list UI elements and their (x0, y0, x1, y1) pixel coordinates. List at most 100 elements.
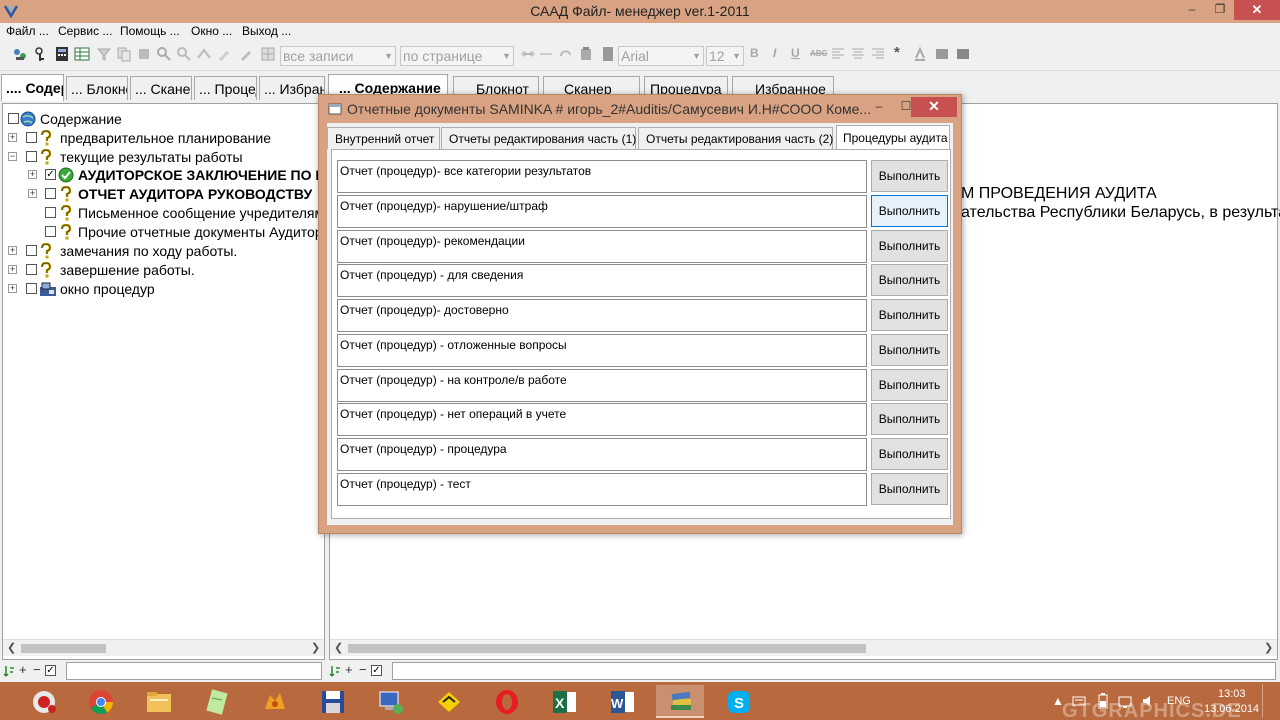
menu-exit[interactable]: Выход ... (242, 24, 291, 38)
grid-icon[interactable] (260, 46, 276, 62)
page-combo[interactable]: по странице ▼ (400, 46, 514, 66)
print-icon[interactable] (955, 46, 971, 62)
dialog-close-button[interactable]: ✕ (911, 97, 957, 117)
left-tab-contents[interactable]: .... Содержание (1, 74, 64, 101)
scroll-left-icon[interactable]: ❮ (334, 641, 343, 654)
tree-item[interactable]: + завершение работы. (3, 261, 323, 280)
left-tab-scanner[interactable]: ... Сканер (130, 76, 192, 100)
taskbar-books[interactable] (656, 685, 704, 718)
run-report-button[interactable]: Выполнить (871, 195, 948, 227)
dialog-tab-edit-part-1[interactable]: Отчеты редактирования часть (1) (441, 127, 636, 149)
restore-button[interactable]: ❐ (1206, 0, 1234, 20)
scroll-left-icon[interactable]: ❮ (7, 641, 16, 654)
run-report-button[interactable]: Выполнить (871, 473, 948, 505)
left-tab-notepad[interactable]: ... Блокнот (66, 76, 128, 100)
taskbar-word[interactable]: W (598, 685, 646, 718)
table-icon[interactable] (74, 46, 90, 62)
redo-icon[interactable] (558, 46, 574, 62)
menu-file[interactable]: Файл ... (6, 24, 49, 38)
taskbar-explorer[interactable] (134, 685, 182, 718)
network-tool-icon[interactable] (12, 46, 28, 62)
bold-button[interactable]: B (750, 46, 759, 60)
dialog-tab-edit-part-2[interactable]: Отчеты редактирования часть (2) (638, 127, 833, 149)
align-right-icon[interactable] (870, 46, 886, 62)
tree-item[interactable]: Письменное сообщение учредителям (3, 204, 323, 223)
pencil-alt-icon[interactable] (238, 46, 254, 62)
paste-icon[interactable] (578, 46, 594, 62)
document-icon[interactable] (600, 46, 616, 62)
calculator-icon[interactable] (54, 46, 70, 62)
link-icon[interactable] (520, 46, 536, 62)
taskbar-notepad[interactable] (192, 685, 240, 718)
tree-sort-icon[interactable] (3, 664, 15, 678)
taskbar-recorder[interactable] (20, 685, 68, 718)
run-report-button[interactable]: Выполнить (871, 403, 948, 435)
taskbar-skype[interactable]: S (714, 685, 762, 718)
tree-item-checkbox[interactable]: ✓ (45, 169, 56, 180)
tree-item[interactable]: + ✓ АУДИТОРСКОЕ ЗАКЛЮЧЕНИЕ ПО РЕЗУЛЬТАТА… (3, 166, 323, 185)
dialog-minimize-button[interactable]: – (865, 97, 893, 117)
font-combo[interactable]: Arial ▼ (618, 46, 704, 66)
run-report-button[interactable]: Выполнить (871, 438, 948, 470)
minimize-button[interactable]: – (1178, 0, 1206, 20)
run-report-button[interactable]: Выполнить (871, 334, 948, 366)
scrollbar-thumb[interactable] (21, 644, 106, 653)
tree-item[interactable]: + предварительное планирование (3, 129, 323, 148)
taskbar-opera[interactable] (482, 685, 530, 718)
expand-all-button[interactable]: + (345, 662, 353, 677)
content-horizontal-scrollbar[interactable]: ❮ ❯ (330, 639, 1277, 656)
collapse-all-button[interactable]: − (359, 662, 367, 677)
find-icon[interactable] (156, 46, 172, 62)
run-report-button[interactable]: Выполнить (871, 230, 948, 262)
collapse-all-button[interactable]: − (33, 662, 41, 677)
right-search-input[interactable] (392, 662, 1276, 680)
tree-item-checkbox[interactable] (45, 207, 56, 218)
tree-item[interactable]: − текущие результаты работы (3, 148, 323, 167)
run-report-button[interactable]: Выполнить (871, 369, 948, 401)
image-icon[interactable] (934, 46, 950, 62)
taskbar-yellow-app[interactable] (424, 685, 472, 718)
font-color-icon[interactable] (912, 46, 928, 62)
scroll-right-icon[interactable]: ❯ (311, 641, 320, 654)
underline-button[interactable]: U (791, 46, 800, 60)
align-left-icon[interactable] (830, 46, 846, 62)
run-report-button[interactable]: Выполнить (871, 160, 948, 192)
menu-service[interactable]: Сервис ... (58, 24, 112, 38)
tree-item[interactable]: + ОТЧЕТ АУДИТОРА РУКОВОДСТВУ (3, 185, 323, 204)
left-search-input[interactable] (66, 662, 322, 680)
taskbar-chrome[interactable] (76, 685, 124, 718)
left-tab-favorites[interactable]: ... Избранное (259, 76, 325, 100)
taskbar-network[interactable] (366, 685, 414, 718)
menu-help[interactable]: Помощь ... (120, 24, 180, 38)
expand-plus-icon[interactable]: + (28, 189, 37, 198)
tree-item[interactable]: Прочие отчетные документы Аудитора (3, 223, 323, 242)
tree-item[interactable]: + окно процедур (3, 280, 323, 299)
dialog-tab-audit-procedures[interactable]: Процедуры аудита (836, 125, 950, 149)
left-tab-procedure[interactable]: ... Процедура (194, 76, 257, 100)
check-all-checkbox[interactable]: ✓ (371, 665, 382, 676)
key-help-icon[interactable] (33, 46, 49, 62)
run-report-button[interactable]: Выполнить (871, 264, 948, 296)
italic-button[interactable]: I (773, 46, 776, 60)
tree-item-checkbox[interactable] (45, 226, 56, 237)
tree-item-checkbox[interactable] (26, 132, 37, 143)
taskbar-filezilla[interactable] (250, 685, 298, 718)
taskbar-excel[interactable]: X (540, 685, 588, 718)
check-all-checkbox[interactable]: ✓ (45, 665, 56, 676)
size-combo[interactable]: 12 ▼ (706, 46, 744, 66)
star-button[interactable]: * (894, 44, 900, 61)
pencil-icon[interactable] (216, 46, 232, 62)
expand-plus-icon[interactable]: + (8, 133, 17, 142)
copy-icon[interactable] (116, 46, 132, 62)
tree-item-checkbox[interactable] (45, 188, 56, 199)
tree-item-checkbox[interactable] (26, 283, 37, 294)
dialog-tab-internal-report[interactable]: Внутренний отчет (327, 127, 440, 149)
tree-horizontal-scrollbar[interactable]: ❮ ❯ (3, 639, 324, 656)
strike-button[interactable]: ABC (810, 49, 827, 58)
tree-item-checkbox[interactable] (26, 245, 37, 256)
unlink-icon[interactable] (538, 46, 554, 62)
tree-root[interactable]: Содержание (3, 110, 323, 129)
tree-item[interactable]: + замечания по ходу работы. (3, 242, 323, 261)
expand-plus-icon[interactable]: + (8, 284, 17, 293)
filter-icon[interactable] (96, 46, 112, 62)
